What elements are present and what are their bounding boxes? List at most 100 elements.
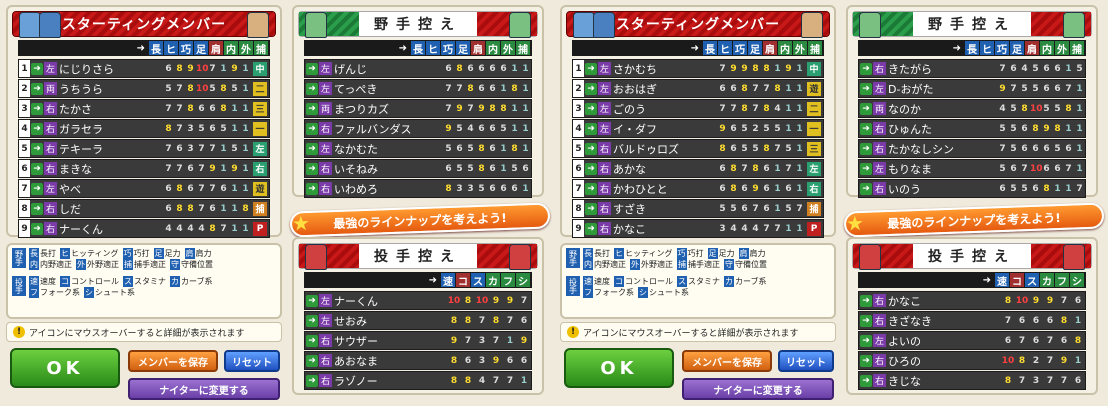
lineup-row[interactable]: 2 ➜ 左おおはぎ 6 6 8 7 7 8 1 1 遊: [572, 79, 824, 98]
lineup-row[interactable]: 4 ➜ 左イ・ダフ 9 6 5 2 5 5 1 1 一: [572, 119, 824, 138]
move-arrow-icon[interactable]: ➜: [860, 62, 872, 75]
position-badge[interactable]: 一: [807, 121, 821, 136]
move-arrow-icon[interactable]: ➜: [860, 182, 872, 195]
lineup-row[interactable]: 1 ➜ 左さかむち 7 9 9 8 8 1 9 1 中: [572, 59, 824, 78]
move-arrow-icon[interactable]: ➜: [306, 162, 318, 175]
reset-button[interactable]: リセット: [224, 350, 280, 372]
bench-pitcher-row[interactable]: ➜ 右かなこ 8 10 9 9 7 6: [858, 291, 1086, 310]
bench-pitcher-row[interactable]: ➜ 左ナーくん 10 8 10 9 9 7: [304, 291, 532, 310]
lineup-row[interactable]: 9 ➜ 右かなこ 3 4 4 4 7 7 1 1 P: [572, 219, 824, 238]
move-arrow-icon[interactable]: ➜: [31, 222, 43, 235]
bench-pitcher-row[interactable]: ➜ 右ラゾノー 8 8 4 7 7 1: [304, 371, 532, 390]
bench-pitcher-row[interactable]: ➜ 左せおみ 8 8 7 8 7 6: [304, 311, 532, 330]
move-arrow-icon[interactable]: ➜: [306, 142, 318, 155]
lineup-row[interactable]: 6 ➜ 右まきな 7 7 6 7 9 1 9 1 右: [18, 159, 270, 178]
position-badge[interactable]: 右: [253, 161, 267, 176]
position-badge[interactable]: 遊: [807, 81, 821, 96]
position-badge[interactable]: 左: [253, 141, 267, 156]
save-members-button[interactable]: メンバーを保存: [128, 350, 218, 372]
move-arrow-icon[interactable]: ➜: [860, 294, 872, 307]
bench-fielder-row[interactable]: ➜ 右きたがら 7 6 4 5 6 6 1 5: [858, 59, 1086, 78]
move-arrow-icon[interactable]: ➜: [585, 122, 597, 135]
lineup-row[interactable]: 5 ➜ 右テキーラ 7 6 3 7 7 1 5 1 左: [18, 139, 270, 158]
move-arrow-icon[interactable]: ➜: [306, 182, 318, 195]
ok-button[interactable]: OK: [564, 348, 674, 388]
lineup-row[interactable]: 5 ➜ 右バルドゥロズ 8 6 5 5 8 7 5 1 三: [572, 139, 824, 158]
bench-fielder-row[interactable]: ➜ 右ファルバンダス 9 5 4 6 6 5 1 1: [304, 119, 532, 138]
lineup-row[interactable]: 9 ➜ 右ナーくん 4 4 4 4 8 7 1 1 P: [18, 219, 270, 238]
position-badge[interactable]: 捕: [807, 201, 821, 216]
bench-fielder-row[interactable]: ➜ 左もりなま 5 6 7 10 6 6 7 1: [858, 159, 1086, 178]
position-badge[interactable]: P: [807, 221, 821, 236]
move-arrow-icon[interactable]: ➜: [306, 62, 318, 75]
move-arrow-icon[interactable]: ➜: [860, 334, 872, 347]
bench-pitcher-row[interactable]: ➜ 右きじな 8 7 3 7 7 6: [858, 371, 1086, 390]
reset-button[interactable]: リセット: [778, 350, 834, 372]
move-arrow-icon[interactable]: ➜: [585, 82, 597, 95]
move-arrow-icon[interactable]: ➜: [306, 82, 318, 95]
bench-fielder-row[interactable]: ➜ 左げんじ 6 8 6 6 6 6 1 1: [304, 59, 532, 78]
ok-button[interactable]: OK: [10, 348, 120, 388]
move-arrow-icon[interactable]: ➜: [306, 374, 318, 387]
bench-fielder-row[interactable]: ➜ 右いのう 6 5 5 6 8 1 1 7: [858, 179, 1086, 198]
move-arrow-icon[interactable]: ➜: [860, 122, 872, 135]
move-arrow-icon[interactable]: ➜: [860, 374, 872, 387]
position-badge[interactable]: 二: [807, 101, 821, 116]
move-arrow-icon[interactable]: ➜: [585, 102, 597, 115]
bench-pitcher-row[interactable]: ➜ 右きざなき 7 6 6 6 8 1: [858, 311, 1086, 330]
position-badge[interactable]: 中: [807, 61, 821, 76]
move-arrow-icon[interactable]: ➜: [31, 62, 43, 75]
save-members-button[interactable]: メンバーを保存: [682, 350, 772, 372]
move-arrow-icon[interactable]: ➜: [860, 102, 872, 115]
move-arrow-icon[interactable]: ➜: [585, 222, 597, 235]
bench-fielder-row[interactable]: ➜ 両まつりカズ 7 9 7 9 8 8 1 1: [304, 99, 532, 118]
position-badge[interactable]: 三: [253, 101, 267, 116]
move-arrow-icon[interactable]: ➜: [31, 182, 43, 195]
position-badge[interactable]: 二: [253, 81, 267, 96]
position-badge[interactable]: 捕: [253, 201, 267, 216]
move-arrow-icon[interactable]: ➜: [31, 142, 43, 155]
night-game-button[interactable]: ナイターに変更する: [682, 378, 834, 400]
move-arrow-icon[interactable]: ➜: [306, 122, 318, 135]
lineup-row[interactable]: 8 ➜ 右すざき 5 5 6 7 6 1 5 7 捕: [572, 199, 824, 218]
move-arrow-icon[interactable]: ➜: [31, 162, 43, 175]
position-badge[interactable]: 右: [807, 181, 821, 196]
move-arrow-icon[interactable]: ➜: [860, 314, 872, 327]
bench-fielder-row[interactable]: ➜ 右いそねみ 6 5 5 8 6 1 5 6: [304, 159, 532, 178]
bench-fielder-row[interactable]: ➜ 両なのか 4 5 8 10 5 5 8 1: [858, 99, 1086, 118]
move-arrow-icon[interactable]: ➜: [585, 182, 597, 195]
bench-pitcher-row[interactable]: ➜ 右ひろの 10 8 2 7 9 1: [858, 351, 1086, 370]
lineup-row[interactable]: 7 ➜ 左やべ 6 8 6 7 7 6 1 1 遊: [18, 179, 270, 198]
position-badge[interactable]: 左: [807, 161, 821, 176]
move-arrow-icon[interactable]: ➜: [306, 334, 318, 347]
position-badge[interactable]: 遊: [253, 181, 267, 196]
bench-fielder-row[interactable]: ➜ 右たかなしシン 7 5 6 6 6 5 6 1: [858, 139, 1086, 158]
move-arrow-icon[interactable]: ➜: [585, 202, 597, 215]
move-arrow-icon[interactable]: ➜: [585, 162, 597, 175]
night-game-button[interactable]: ナイターに変更する: [128, 378, 280, 400]
bench-fielder-row[interactable]: ➜ 右ひゅんた 5 5 6 8 9 8 1 1: [858, 119, 1086, 138]
lineup-row[interactable]: 1 ➜ 左にじりさら 6 8 9 10 7 1 9 1 中: [18, 59, 270, 78]
lineup-row[interactable]: 6 ➜ 右あかな 6 8 7 8 6 1 7 1 左: [572, 159, 824, 178]
bench-fielder-row[interactable]: ➜ 左てっぺき 7 7 8 6 6 1 8 1: [304, 79, 532, 98]
position-badge[interactable]: P: [253, 221, 267, 236]
lineup-row[interactable]: 8 ➜ 右しだ 6 8 8 7 6 1 1 8 捕: [18, 199, 270, 218]
bench-pitcher-row[interactable]: ➜ 右あおなま 8 6 3 9 6 6: [304, 351, 532, 370]
move-arrow-icon[interactable]: ➜: [860, 354, 872, 367]
move-arrow-icon[interactable]: ➜: [306, 102, 318, 115]
move-arrow-icon[interactable]: ➜: [306, 294, 318, 307]
position-badge[interactable]: 一: [253, 121, 267, 136]
move-arrow-icon[interactable]: ➜: [306, 314, 318, 327]
move-arrow-icon[interactable]: ➜: [31, 122, 43, 135]
move-arrow-icon[interactable]: ➜: [31, 82, 43, 95]
position-badge[interactable]: 三: [807, 141, 821, 156]
lineup-row[interactable]: 4 ➜ 右ガラセラ 8 7 3 5 6 5 1 1 一: [18, 119, 270, 138]
position-badge[interactable]: 中: [253, 61, 267, 76]
move-arrow-icon[interactable]: ➜: [860, 162, 872, 175]
move-arrow-icon[interactable]: ➜: [31, 202, 43, 215]
lineup-row[interactable]: 2 ➜ 両うちうら 5 7 8 10 5 8 5 1 二: [18, 79, 270, 98]
move-arrow-icon[interactable]: ➜: [860, 142, 872, 155]
bench-fielder-row[interactable]: ➜ 左 D-おがた 9 7 5 5 6 6 7 1: [858, 79, 1086, 98]
move-arrow-icon[interactable]: ➜: [306, 354, 318, 367]
lineup-row[interactable]: 3 ➜ 左ごのう 7 7 8 7 8 4 1 1 二: [572, 99, 824, 118]
